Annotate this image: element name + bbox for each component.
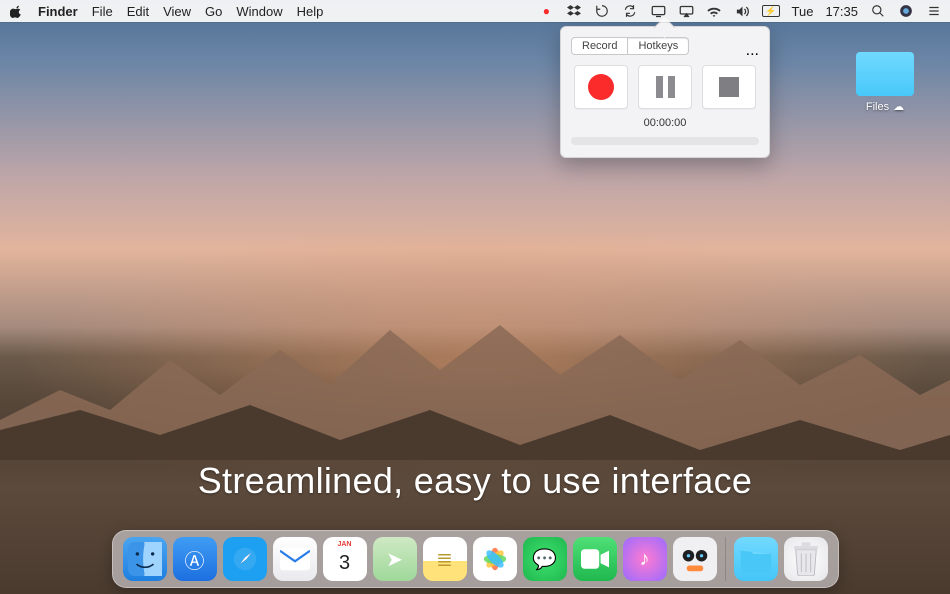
dock-app-notes[interactable]: ≣: [423, 537, 467, 581]
dock-app-facetime[interactable]: [573, 537, 617, 581]
menu-go[interactable]: Go: [205, 4, 222, 19]
display-icon[interactable]: [650, 3, 666, 19]
menu-window[interactable]: Window: [236, 4, 282, 19]
folder-icon: [856, 52, 914, 96]
menubar: Finder File Edit View Go Window Help ● ⚡…: [0, 0, 950, 22]
clock-time[interactable]: 17:35: [825, 4, 858, 19]
overlay-tagline: Streamlined, easy to use interface: [0, 460, 950, 502]
progress-bar[interactable]: [571, 137, 759, 145]
dock-app-mail[interactable]: [273, 537, 317, 581]
pause-button[interactable]: [638, 65, 692, 109]
siri-icon[interactable]: [898, 3, 914, 19]
dropbox-icon[interactable]: [566, 3, 582, 19]
menu-file[interactable]: File: [92, 4, 113, 19]
desktop-folder-label: Files: [866, 101, 889, 113]
timer-readout: 00:00:00: [571, 117, 759, 129]
notification-center-icon[interactable]: [926, 3, 942, 19]
menu-view[interactable]: View: [163, 4, 191, 19]
dock-app-photos[interactable]: [473, 537, 517, 581]
more-button[interactable]: ...: [746, 42, 759, 60]
record-icon: [588, 74, 614, 100]
dock-app-safari[interactable]: [223, 537, 267, 581]
pause-icon: [656, 76, 675, 98]
dock-app-calendar[interactable]: JAN 3: [323, 537, 367, 581]
dock-downloads-folder[interactable]: [734, 537, 778, 581]
dock-app-appstore[interactable]: Ⓐ: [173, 537, 217, 581]
dock-app-itunes[interactable]: ♪: [623, 537, 667, 581]
menu-help[interactable]: Help: [297, 4, 324, 19]
desktop-folder-files[interactable]: Files ☁: [850, 52, 920, 113]
timemachine-icon[interactable]: [594, 3, 610, 19]
dock: Ⓐ JAN 3 ➤ ≣ 💬 ♪: [0, 530, 950, 588]
dock-separator: [725, 537, 726, 581]
recorder-panel: Record Hotkeys ... 00:00:00: [560, 26, 770, 158]
dock-app-finder[interactable]: [123, 537, 167, 581]
desktop-wallpaper: [0, 0, 950, 594]
active-app-name[interactable]: Finder: [38, 4, 78, 19]
dock-app-maps[interactable]: ➤: [373, 537, 417, 581]
icloud-icon: ☁: [893, 100, 904, 113]
panel-tabs: Record Hotkeys: [571, 37, 689, 55]
dock-app-recorder[interactable]: [673, 537, 717, 581]
stop-button[interactable]: [702, 65, 756, 109]
calendar-month: JAN: [337, 541, 351, 548]
dock-app-messages[interactable]: 💬: [523, 537, 567, 581]
record-button[interactable]: [574, 65, 628, 109]
tab-record[interactable]: Record: [571, 37, 628, 55]
menu-edit[interactable]: Edit: [127, 4, 149, 19]
calendar-day: 3: [339, 552, 350, 575]
dock-trash[interactable]: [784, 537, 828, 581]
wifi-icon[interactable]: [706, 3, 722, 19]
airplay-icon[interactable]: [678, 3, 694, 19]
volume-icon[interactable]: [734, 3, 750, 19]
sync-icon[interactable]: [622, 3, 638, 19]
apple-menu[interactable]: [8, 3, 24, 19]
spotlight-icon[interactable]: [870, 3, 886, 19]
tab-hotkeys[interactable]: Hotkeys: [628, 37, 689, 55]
battery-icon[interactable]: ⚡: [762, 5, 779, 17]
stop-icon: [719, 77, 739, 97]
recording-indicator-icon[interactable]: ●: [538, 3, 554, 19]
clock-day[interactable]: Tue: [792, 4, 814, 19]
